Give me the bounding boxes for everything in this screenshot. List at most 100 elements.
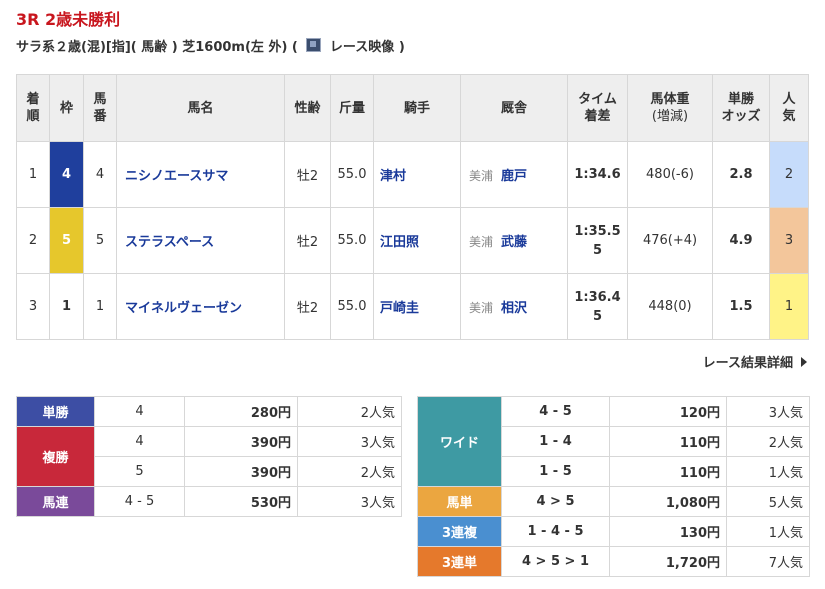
payout-popularity: 7人気 [726,546,810,577]
payout-row-tansho: 単勝 4 280円 2人気 [16,396,402,427]
waku-cell: 5 [49,207,84,274]
payout-row-sanrentan: 3連単 4 > 5 > 1 1,720円 7人気 [417,546,810,577]
payout-popularity: 1人気 [726,516,810,547]
popularity-cell: 2 [769,141,809,208]
header-weight: 斤量 [330,74,374,142]
trainer-link[interactable]: 相沢 [501,301,527,316]
header-popularity: 人気 [769,74,809,142]
payout-money: 130円 [609,516,727,547]
header-rank: 着順 [16,74,50,142]
payout-combo: 4 - 5 [94,486,185,517]
payout-label-wide: ワイド [417,396,502,487]
horse-name-link[interactable]: ニシノエースサマ [116,141,285,208]
header-umaban: 馬番 [83,74,117,142]
popularity-cell: 1 [769,273,809,340]
odds-cell: 4.9 [712,207,770,274]
sexage-cell: 牡2 [284,141,331,208]
payout-combo: 1 - 4 - 5 [501,516,610,547]
table-row: 1 4 4 ニシノエースサマ 牡2 55.0 津村 美浦 鹿戸 1:34.6 48… [16,141,809,208]
header-horse: 馬名 [116,74,285,142]
time-cell: 1:35.5 5 [567,207,628,274]
header-odds: 単勝 オッズ [712,74,770,142]
payout-combo: 4 - 5 [501,396,610,427]
weight-cell: 55.0 [330,273,374,340]
waku-cell: 1 [49,273,84,340]
time-value: 1:35.5 [574,223,621,239]
header-bodyweight: 馬体重 (増減) [627,74,713,142]
payout-money: 1,080円 [609,486,727,517]
rank-cell: 1 [16,141,50,208]
payout-popularity: 3人気 [726,396,810,427]
race-result-page: 3R 2歳未勝利 サラ系２歳(混)[指]( 馬齢 ) 芝1600m(左 外) (… [0,0,825,589]
payout-popularity: 2人気 [297,456,402,487]
video-icon[interactable] [306,38,322,52]
stable-cell: 美浦 鹿戸 [460,141,568,208]
stable-region: 美浦 [469,235,494,249]
jockey-link[interactable]: 津村 [373,141,461,208]
popularity-cell: 3 [769,207,809,274]
rank-cell: 2 [16,207,50,274]
payout-popularity: 5人気 [726,486,810,517]
table-row: 2 5 5 ステラスペース 牡2 55.0 江田照 美浦 武藤 1:35.5 5 4… [16,207,809,274]
chevron-right-icon [801,357,807,367]
umaban-cell: 1 [83,273,117,340]
bodyweight-cell: 448(0) [627,273,713,340]
weight-cell: 55.0 [330,141,374,208]
time-value: 1:34.6 [574,167,621,182]
stable-cell: 美浦 相沢 [460,273,568,340]
trainer-link[interactable]: 武藤 [501,235,527,250]
horse-name-link[interactable]: ステラスペース [116,207,285,274]
margin-value: 5 [592,242,603,258]
payout-row-umaren: 馬連 4 - 5 530円 3人気 [16,486,402,517]
payout-combo: 4 [94,396,185,427]
payout-combo: 4 > 5 > 1 [501,546,610,577]
payout-row-fukusho: 複勝 4 390円 3人気 [16,426,402,487]
payout-money: 280円 [184,396,298,427]
sexage-cell: 牡2 [284,273,331,340]
payout-money: 530円 [184,486,298,517]
race-detail-link[interactable]: レース結果詳細 [703,352,807,371]
payout-table-left: 単勝 4 280円 2人気 複勝 4 390円 3人気 5 390円 2人気 馬… [16,396,402,517]
weight-cell: 55.0 [330,207,374,274]
race-video-link[interactable]: レース映像 [330,40,394,55]
trainer-link[interactable]: 鹿戸 [501,169,527,184]
payout-money: 110円 [609,426,727,457]
payout-label-sanrentan: 3連単 [417,546,502,577]
race-title: 3R 2歳未勝利 [16,10,121,29]
payout-popularity: 2人気 [726,426,810,457]
payout-label-umaren: 馬連 [16,486,95,517]
time-value: 1:36.4 [574,289,621,305]
payout-money: 390円 [184,456,298,487]
time-cell: 1:34.6 [567,141,628,208]
sexage-cell: 牡2 [284,207,331,274]
stable-cell: 美浦 武藤 [460,207,568,274]
jockey-link[interactable]: 江田照 [373,207,461,274]
payout-combo: 4 [94,426,185,457]
payout-popularity: 3人気 [297,426,402,457]
result-header-row: 着順 枠 馬番 馬名 性齢 斤量 騎手 厩舎 タイム 着差 馬体重 (増減) 単勝オ… [16,74,809,142]
payout-label-sanrenpuku: 3連複 [417,516,502,547]
jockey-link[interactable]: 戸崎圭 [373,273,461,340]
header-waku: 枠 [49,74,84,142]
rank-cell: 3 [16,273,50,340]
race-conditions-mid: 馬齢 ) 芝1600m(左 外) ( [141,40,298,55]
odds-cell: 1.5 [712,273,770,340]
stable-region: 美浦 [469,301,494,315]
odds-cell: 2.8 [712,141,770,208]
payout-label-fukusho: 複勝 [16,426,95,487]
payout-combo: 1 - 5 [501,456,610,487]
bodyweight-cell: 480(-6) [627,141,713,208]
payout-money: 1,720円 [609,546,727,577]
race-detail-label: レース結果詳細 [702,356,793,371]
horse-name-link[interactable]: マイネルヴェーゼン [116,273,285,340]
stable-region: 美浦 [469,169,494,183]
payout-label-umatan: 馬単 [417,486,502,517]
header-jockey: 騎手 [373,74,461,142]
payout-popularity: 2人気 [297,396,402,427]
payout-money: 120円 [609,396,727,427]
header-sexage: 性齢 [284,74,331,142]
payout-money: 110円 [609,456,727,487]
umaban-cell: 4 [83,141,117,208]
payout-popularity: 3人気 [297,486,402,517]
time-cell: 1:36.4 5 [567,273,628,340]
